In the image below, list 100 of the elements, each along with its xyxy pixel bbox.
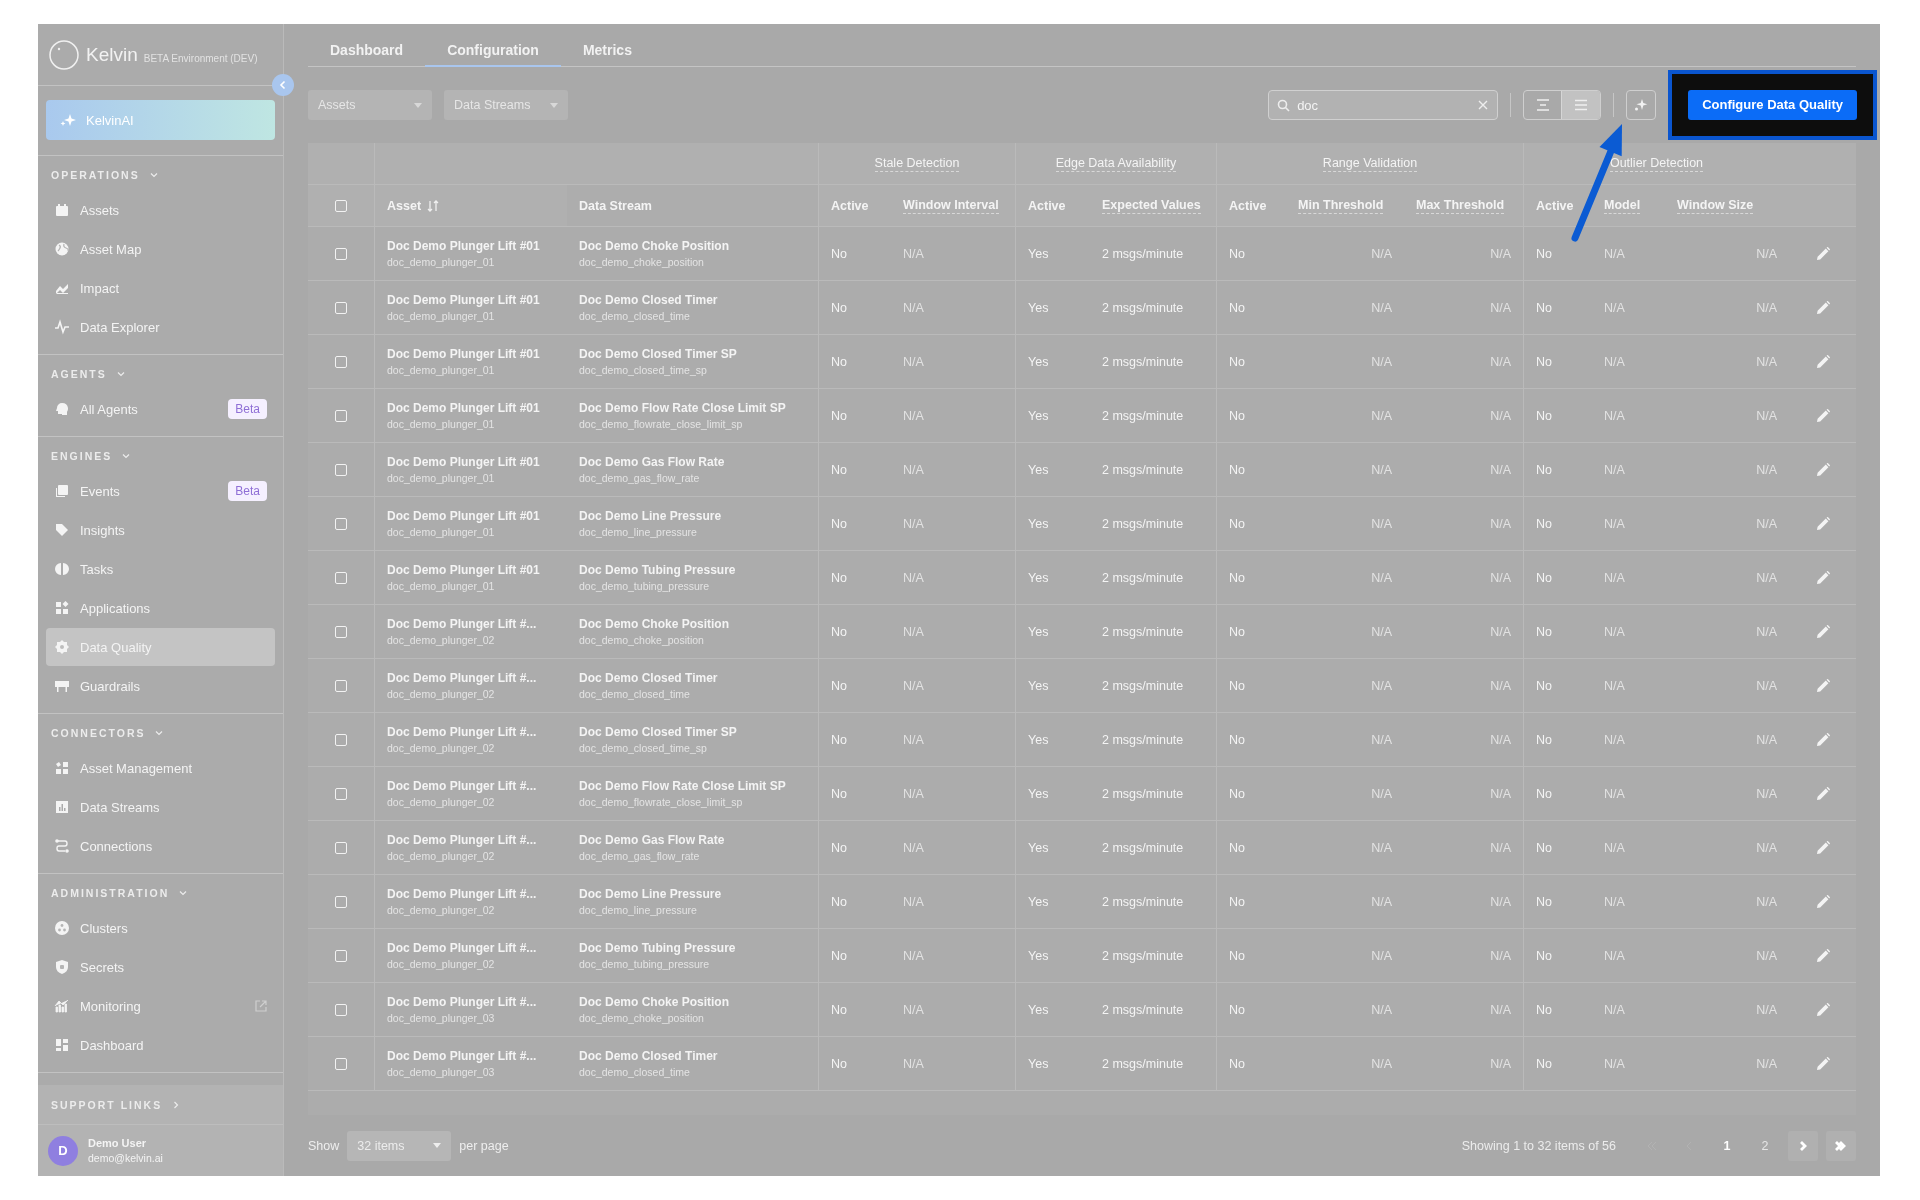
checkbox[interactable] [335,733,347,746]
checkbox[interactable] [335,355,347,368]
column-heading[interactable]: Max Threshold [1416,197,1505,214]
group-heading: Edge Data Availability [1055,155,1177,172]
pencil-icon [1815,570,1830,585]
table-cell: No [831,246,847,261]
checkbox[interactable] [335,517,347,530]
table-cell: No [831,732,847,747]
asset-name: Doc Demo Plunger Lift #... [387,1049,537,1063]
data-stream-name: Doc Demo Gas Flow Rate [579,833,725,847]
nav-item[interactable]: Impact [46,269,275,307]
nav-item[interactable]: Data Streams [46,788,275,826]
pulse-icon [54,319,70,335]
table-cell: No [1536,786,1552,801]
checkbox[interactable] [335,463,347,476]
logo-icon [48,38,80,71]
nav-item[interactable]: Guardrails [46,667,275,705]
double-chevron-right-icon[interactable] [1826,1130,1856,1161]
nav-item[interactable]: Dashboard [46,1026,275,1064]
section-header[interactable]: AGENTS [38,359,127,389]
spacing-icon [1536,99,1551,111]
table-cell: No [1229,300,1245,315]
checkbox[interactable] [335,1057,347,1070]
table-cell: No [1229,246,1245,261]
column-heading[interactable]: Data Stream [579,198,652,213]
checkbox[interactable] [335,571,347,584]
page-button[interactable]: 2 [1750,1130,1780,1161]
tag-icon [54,522,70,538]
column-heading[interactable]: Model [1604,197,1641,214]
table-cell: No [1229,516,1245,531]
collapse-button[interactable] [272,74,294,96]
table-cell: No [1229,732,1245,747]
tab[interactable]: Metrics [560,42,654,67]
nav-item[interactable]: Secrets [46,948,275,986]
checkbox[interactable] [335,1003,347,1016]
table-cell: 2 msgs/minute [1102,732,1184,747]
group-heading: Stale Detection [874,155,960,172]
column-heading[interactable]: Asset [387,198,422,213]
column-heading[interactable]: Min Threshold [1298,197,1384,214]
nav-item[interactable]: Monitoring [46,987,275,1025]
chart-icon [54,998,70,1014]
checkbox[interactable] [335,247,347,260]
data-stream-name: Doc Demo Flow Rate Close Limit SP [579,401,786,415]
table-cell: 2 msgs/minute [1102,624,1184,639]
section-header[interactable]: OPERATIONS [38,160,160,190]
column-heading[interactable]: Window Interval [903,197,999,214]
head-icon [54,401,70,417]
nav-item[interactable]: Asset Management [46,749,275,787]
section-header[interactable]: CONNECTORS [38,718,166,748]
checkbox[interactable] [335,199,347,212]
section-header[interactable]: ADMINISTRATION [38,878,190,908]
checkbox[interactable] [335,625,347,638]
ai-button[interactable] [1626,90,1657,120]
table-cell: No [831,1056,847,1071]
section-header[interactable]: ENGINES [38,441,133,471]
checkbox[interactable] [335,841,347,854]
tab[interactable]: Configuration [425,42,561,67]
table-cell: 2 msgs/minute [1102,516,1184,531]
checkbox[interactable] [335,895,347,908]
table-cell: Yes [1028,678,1049,693]
data-stream-name: Doc Demo Choke Position [579,239,730,253]
checkbox[interactable] [335,409,347,422]
close-icon[interactable] [1478,100,1489,110]
column-heading[interactable]: Window Size [1677,197,1754,214]
user-avatar[interactable]: D [48,1135,78,1166]
per-page-label: per page [459,1138,509,1153]
nav-item[interactable]: Connections [46,827,275,865]
asset-name: Doc Demo Plunger Lift #... [387,833,537,847]
column-heading[interactable]: Expected Values [1102,197,1201,214]
data-stream-name: Doc Demo Tubing Pressure [579,563,736,577]
nav-item[interactable]: Insights [46,511,275,549]
nav-item[interactable]: Asset Map [46,230,275,268]
chevron-right-icon[interactable] [1788,1130,1818,1161]
nav-item[interactable]: All Agents Beta [46,390,275,428]
table-cell: No [1536,462,1552,477]
tab[interactable]: Dashboard [308,42,426,67]
checkbox[interactable] [335,787,347,800]
checkbox[interactable] [335,949,347,962]
nav-item[interactable]: Clusters [46,909,275,947]
checkbox[interactable] [335,301,347,314]
asset-name: Doc Demo Plunger Lift #01 [387,563,540,577]
search-field[interactable]: doc [1268,90,1499,120]
user-name: Demo User [88,1137,148,1149]
caret-icon [414,102,422,108]
data-stream-id: doc_demo_closed_time_sp [579,364,707,376]
page-button[interactable]: 1 [1712,1130,1742,1161]
data-stream-id: doc_demo_tubing_pressure [579,580,710,592]
kelvin-ai-item[interactable]: KelvinAI [46,100,275,140]
asset-name: Doc Demo Plunger Lift #... [387,617,537,631]
sort-icon[interactable] [427,199,440,212]
pencil-icon [1815,516,1830,531]
nav-item[interactable]: Events Beta [46,472,275,510]
nav-item[interactable]: Applications [46,589,275,627]
nav-item[interactable]: Data Explorer [46,308,275,346]
nav-item[interactable]: Assets [46,191,275,229]
checkbox[interactable] [335,679,347,692]
configure-button[interactable]: Configure Data Quality [1688,89,1857,120]
density-toggle[interactable] [1562,91,1601,119]
group-heading: Range Validation [1322,155,1418,172]
nav-item[interactable]: Tasks [46,550,275,588]
